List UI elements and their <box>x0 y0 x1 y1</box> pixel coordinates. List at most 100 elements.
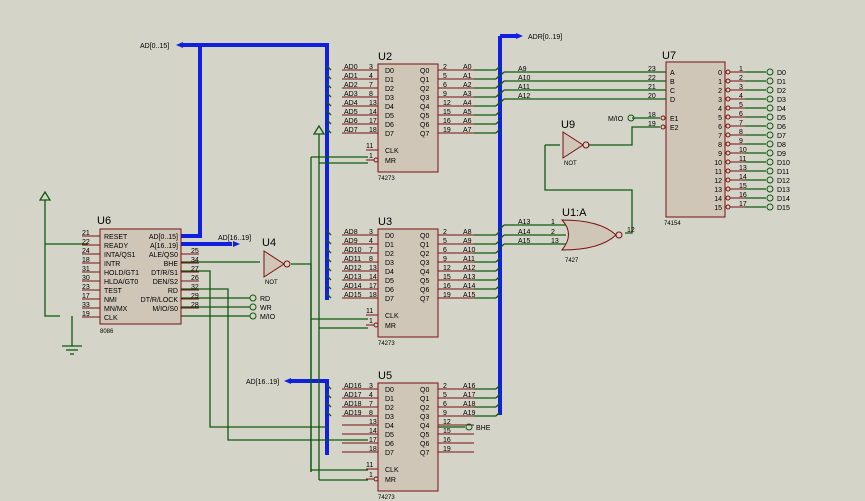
u2-out-pin: 19 <box>443 127 451 134</box>
gate-u1a[interactable]: U1:A 7427 A13 1 A14 2 A15 13 12 <box>499 207 635 264</box>
u7-out-pin: 5 <box>739 102 743 109</box>
u5-inner-out: Q1 <box>420 396 429 403</box>
u7-out-terminal <box>766 140 774 148</box>
u3-inner-in: D6 <box>385 287 394 294</box>
u7-out-bubble <box>725 141 731 147</box>
u7-out-bubble <box>725 195 731 201</box>
u3-mr-bubble <box>373 322 379 328</box>
u7-en-pin: 19 <box>648 121 656 128</box>
u7-ref: U7 <box>662 50 676 62</box>
u7-out-bubble <box>725 177 731 183</box>
label-ad-hi-mid: AD[16..19] <box>218 235 251 242</box>
chip-u5[interactable]: U5 74273 D0 Q0 3 2 AD16 A16 D1 Q1 4 5 AD17 A17 D2 Q2 7 6 A… <box>326 370 501 501</box>
chip-u6[interactable]: U6 8086 21 RESET 22 READY 24 INTA/QS1 18 INTR 31… <box>82 215 199 335</box>
u3-in-net: AD8 <box>344 229 358 236</box>
u5-in-pin: 13 <box>369 419 377 426</box>
u6-right-name: A[16..19] <box>150 243 178 250</box>
u7-out-terminal <box>766 149 774 157</box>
u1-in-net: A15 <box>518 238 531 245</box>
rd-terminal[interactable] <box>249 294 257 302</box>
u2-in-net: AD6 <box>344 118 358 125</box>
u7-out-num: 11 <box>715 169 722 176</box>
u5-inner-in: D1 <box>385 396 394 403</box>
u3-clk-label: CLK <box>385 313 399 320</box>
label-wr: WR <box>260 305 272 312</box>
u2-out-net: A7 <box>463 127 472 134</box>
u7-out-num: 3 <box>718 97 722 104</box>
u2-sub: 74273 <box>378 176 395 182</box>
u5-inner-in: D7 <box>385 450 394 457</box>
u3-inner-in: D4 <box>385 269 394 276</box>
u5-inner-out: Q0 <box>420 387 429 394</box>
u3-inner-out: Q2 <box>420 251 429 258</box>
u2-in-pin: 18 <box>369 127 377 134</box>
u2-inner-in: D4 <box>385 104 394 111</box>
u7-in-name: A <box>670 70 675 77</box>
gate-u9[interactable]: U9 NOT <box>561 119 590 167</box>
u7-out-pin: 9 <box>739 138 743 145</box>
u2-out-net: A1 <box>463 73 472 80</box>
u6-left-pin: 30 <box>82 275 90 282</box>
label-bhe: BHE <box>476 425 491 432</box>
u2-ref: U2 <box>378 51 392 63</box>
u3-in-pin: 4 <box>369 238 373 245</box>
u6-left-pin: 31 <box>82 266 90 273</box>
u7-out-terminal <box>766 77 774 85</box>
u2-in-pin: 17 <box>369 118 377 125</box>
u7-sub: 74154 <box>664 221 681 227</box>
u3-out-pin: 5 <box>443 238 447 245</box>
u5-in-net: AD18 <box>344 401 362 408</box>
u2-inner-out: Q6 <box>420 122 429 129</box>
u5-inner-out: Q4 <box>420 423 429 430</box>
u6-right-name: M/IO/S0 <box>152 306 178 313</box>
u7-out-num: 1 <box>718 79 722 86</box>
u7-in-net: A11 <box>518 84 530 91</box>
u2-out-pin: 12 <box>443 100 451 107</box>
gate-u4[interactable]: U4 NOT <box>262 237 291 286</box>
u3-sub: 74273 <box>378 341 395 347</box>
u3-out-pin: 15 <box>443 274 451 281</box>
u7-out-num: 15 <box>714 205 722 212</box>
u3-in-pin: 3 <box>369 229 373 236</box>
u6-right-name: DT/R/LOCK <box>141 297 179 304</box>
u2-out-pin: 15 <box>443 109 451 116</box>
u2-in-pin: 4 <box>369 73 373 80</box>
label-rd: RD <box>260 296 270 303</box>
u2-out-pin: 5 <box>443 73 447 80</box>
u2-out-net: A5 <box>463 109 472 116</box>
u7-out-pin: 1 <box>739 66 743 73</box>
label-adr-bus: ADR[0..19] <box>528 34 562 41</box>
u3-in-net: AD9 <box>344 238 358 245</box>
u2-inner-out: Q7 <box>420 131 429 138</box>
u5-inner-out: Q2 <box>420 405 429 412</box>
u5-in-pin: 18 <box>369 446 377 453</box>
wr-terminal[interactable] <box>249 303 257 311</box>
u3-out-net: A9 <box>463 238 472 245</box>
u7-out-bubble <box>725 159 731 165</box>
u7-out-num: 2 <box>718 88 722 95</box>
u2-inner-in: D2 <box>385 86 394 93</box>
u7-in-pin: 21 <box>648 84 656 91</box>
u7-out-num: 10 <box>714 160 722 167</box>
u3-out-net: A8 <box>463 229 472 236</box>
label-ad-hi-low: AD[16..19] <box>246 379 279 386</box>
chip-u7[interactable]: U7 74154 A9 23AA10 22BA11 21CA12 20D18E119E2… <box>499 50 790 227</box>
mio2-terminal[interactable] <box>249 312 257 320</box>
u4-sub: NOT <box>265 280 278 286</box>
u6-right-pin: 28 <box>191 302 199 309</box>
u4-ref: U4 <box>262 237 276 249</box>
u3-out-pin: 16 <box>443 283 451 290</box>
u3-inner-in: D1 <box>385 242 394 249</box>
u2-in-net: AD4 <box>344 100 358 107</box>
u7-out-bubble <box>725 78 731 84</box>
u2-inner-out: Q5 <box>420 113 429 120</box>
schematic-canvas[interactable]: AD[0..15] ADR[0..19] AD[16..19] AD[16..1… <box>0 0 865 501</box>
u5-out-net: A17 <box>463 392 476 399</box>
u2-clk-pin: 11 <box>366 143 373 150</box>
u1a-sub: 7427 <box>565 258 579 264</box>
u7-out-net: D6 <box>777 124 786 131</box>
u6-left-pin: 21 <box>82 230 90 237</box>
u7-out-bubble <box>725 105 731 111</box>
u7-out-bubble <box>725 87 731 93</box>
u3-out-net: A10 <box>463 247 476 254</box>
